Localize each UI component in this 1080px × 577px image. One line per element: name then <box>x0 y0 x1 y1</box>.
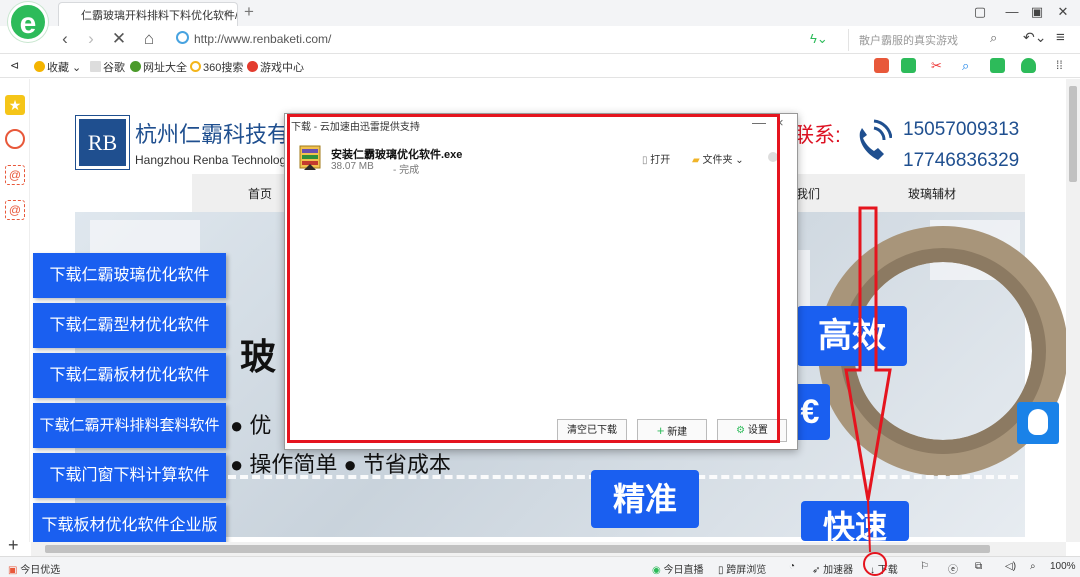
annotation-arrow <box>844 206 892 576</box>
url-icon <box>130 61 141 72</box>
close-icon[interactable]: ✕ <box>1053 4 1073 20</box>
new-tab-button[interactable]: + <box>244 2 254 22</box>
game-icon <box>247 61 258 72</box>
bookmark-label: 360搜索 <box>203 62 244 74</box>
scissors-icon[interactable]: ✂ <box>931 58 946 73</box>
download-window-calc-software-button[interactable]: 下载门窗下料计算软件 <box>33 453 226 498</box>
phone-screen-icon: ▯ <box>718 565 724 576</box>
menu-icon[interactable]: ≡ <box>1056 29 1065 46</box>
menu-item-about[interactable]: 我们 <box>796 185 820 202</box>
phone-number-2: 17746836329 <box>903 150 1020 171</box>
bookmark-label: 收藏 <box>47 62 69 74</box>
bookmark-google[interactable]: 谷歌 <box>90 59 125 75</box>
bookmark-360-search[interactable]: 360搜索 <box>190 59 243 75</box>
lightning-icon[interactable]: ϟ⌄ <box>810 31 828 47</box>
copy-icon[interactable]: ⧉ <box>975 561 982 572</box>
apps-grid-icon[interactable]: ⁞⁞ <box>1056 58 1071 73</box>
today-picks[interactable]: ▣ 今日优选 <box>8 561 60 576</box>
banner-headline: 玻 <box>240 336 277 377</box>
status-bar <box>0 556 1080 577</box>
tv-icon[interactable] <box>874 58 889 73</box>
address-input[interactable]: http://www.renbaketi.com/ <box>170 29 800 51</box>
gift-icon: ▣ <box>8 565 18 576</box>
download-nesting-software-button[interactable]: 下载仁霸开料排料套料软件 <box>33 403 226 448</box>
tag-precise: 精准 <box>591 470 699 528</box>
zoom-level[interactable]: 100% <box>1050 561 1076 572</box>
annotation-highlight-box <box>287 114 780 443</box>
speaker-icon[interactable]: ◁) <box>1005 561 1016 572</box>
menu-item-home[interactable]: 首页 <box>248 185 272 202</box>
live-icon: ◉ <box>652 565 661 576</box>
extension-icon[interactable] <box>901 58 916 73</box>
tab-close-icon[interactable]: × <box>223 6 231 21</box>
download-profile-software-button[interactable]: 下载仁霸型材优化软件 <box>33 303 226 348</box>
star-icon <box>34 61 45 72</box>
cross-screen-browse[interactable]: ▯ 跨屏浏览 <box>718 561 766 576</box>
download-board-software-button[interactable]: 下载仁霸板材优化软件 <box>33 353 226 398</box>
zoom-icon[interactable]: ⌕ <box>1030 561 1036 572</box>
sidebar-add-icon[interactable]: + <box>8 535 19 556</box>
weibo-icon[interactable] <box>5 129 25 149</box>
company-logo[interactable]: RB <box>75 115 130 170</box>
maximize-icon[interactable]: ▣ <box>1027 4 1047 20</box>
banner-feature-line-1: ● 优 <box>230 413 272 438</box>
bookmark-favorites[interactable]: 收藏 ⌄ <box>34 59 81 75</box>
vertical-scrollbar-thumb[interactable] <box>1069 86 1077 182</box>
rocket-icon: ➶ <box>812 565 821 576</box>
contact-label: 联系: <box>793 124 841 147</box>
bookmark-url-directory[interactable]: 网址大全 <box>130 59 187 75</box>
undo-close-icon[interactable]: ↶⌄ <box>1023 29 1046 46</box>
company-name-cn: 杭州仁霸科技有 <box>135 122 290 147</box>
company-name-en: Hangzhou Renba Technolog <box>135 153 287 167</box>
browser-tab[interactable]: 仁霸玻璃开料排料下料优化软件/ × <box>58 2 238 26</box>
mail-icon-2[interactable]: @ <box>5 200 25 220</box>
refresh-icon[interactable]: ◔ <box>789 561 795 572</box>
cross-screen-label: 跨屏浏览 <box>726 565 767 576</box>
download-glass-software-button[interactable]: 下载仁霸玻璃优化软件 <box>33 253 226 298</box>
today-live-label: 今日直播 <box>663 565 704 576</box>
magnifier-icon[interactable]: ⌕ <box>962 58 977 73</box>
flag-icon[interactable]: ⚐ <box>920 561 929 572</box>
collapse-sidebar-icon[interactable]: ⊲ <box>10 59 19 72</box>
home-icon[interactable]: ⌂ <box>138 29 160 49</box>
bookmark-game-center[interactable]: 游戏中心 <box>247 59 304 75</box>
today-live[interactable]: ◉ 今日直播 <box>652 561 704 576</box>
search-icon[interactable]: ⌕ <box>990 30 997 46</box>
browser-logo-icon[interactable]: e <box>8 2 48 42</box>
bookmark-label: 游戏中心 <box>260 62 304 74</box>
shield-icon[interactable] <box>1021 58 1036 73</box>
bookmark-label: 网址大全 <box>143 62 187 74</box>
today-picks-label: 今日优选 <box>20 565 61 576</box>
tab-title: 仁霸玻璃开料排料下料优化软件/ <box>81 10 238 22</box>
menu-item-glass-accessories[interactable]: 玻璃辅材 <box>908 185 956 202</box>
phone-number-1: 15057009313 <box>903 119 1020 140</box>
360-icon <box>190 61 201 72</box>
ie-icon[interactable]: ⓔ <box>948 561 958 576</box>
search-input[interactable]: 散户霸服的真实游戏 <box>848 29 1008 51</box>
page-icon <box>90 61 101 72</box>
stop-icon[interactable]: ✕ <box>108 29 130 49</box>
mail-icon[interactable]: @ <box>5 165 25 185</box>
gamepad-icon[interactable] <box>990 58 1005 73</box>
phone-icon <box>859 119 892 160</box>
favorite-star-icon[interactable]: ★ <box>5 95 25 115</box>
forward-icon[interactable]: › <box>80 29 102 49</box>
qq-icon <box>1028 409 1048 435</box>
skin-icon[interactable]: ▢ <box>970 4 990 20</box>
bookmark-label: 谷歌 <box>103 62 125 74</box>
back-icon[interactable]: ‹ <box>54 29 76 49</box>
minimize-icon[interactable]: — <box>1002 4 1022 19</box>
